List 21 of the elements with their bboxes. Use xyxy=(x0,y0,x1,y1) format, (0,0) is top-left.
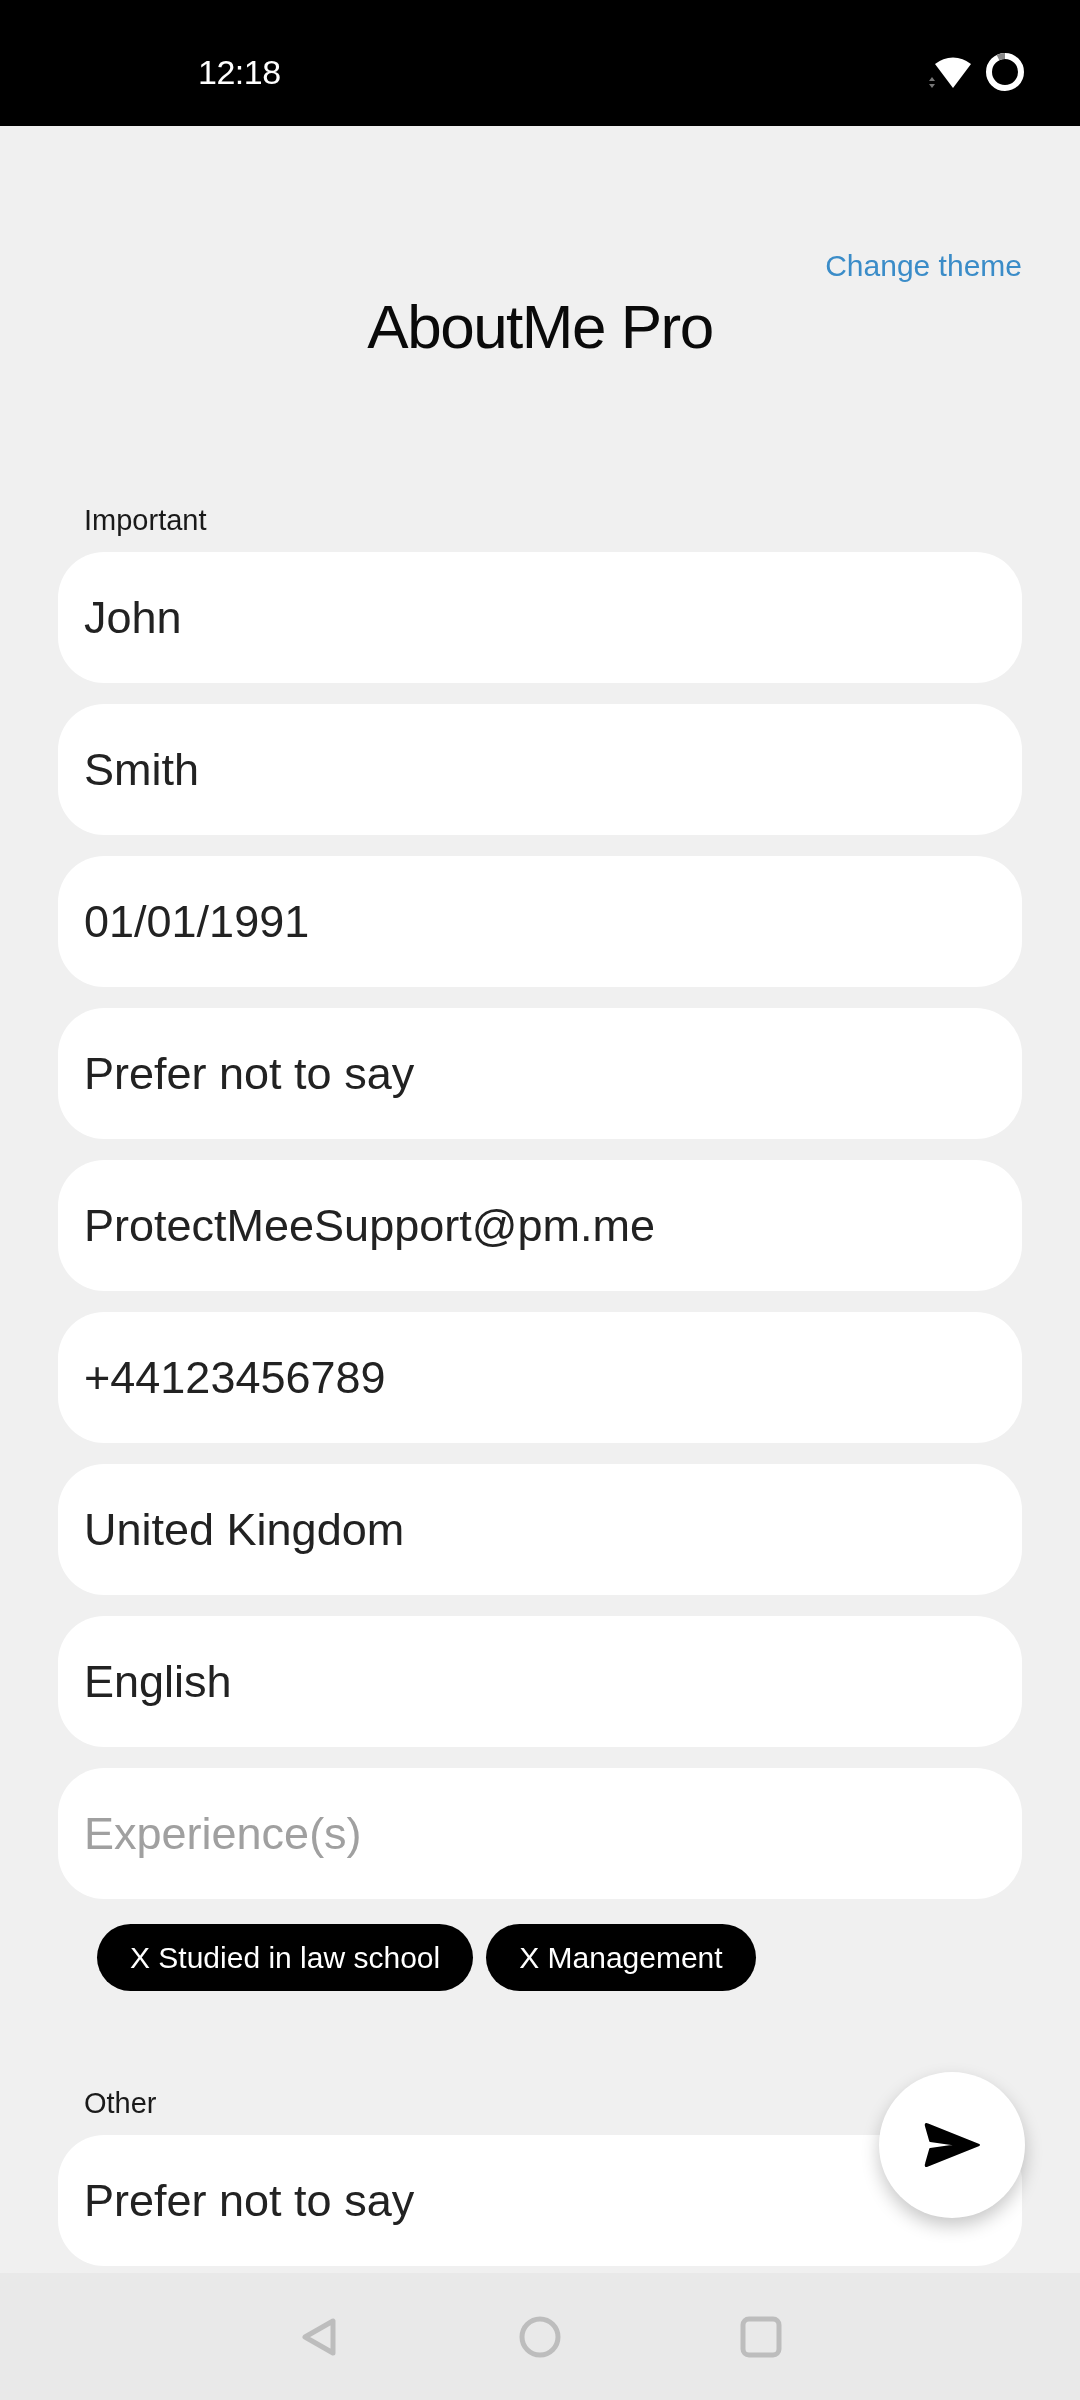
tag-chip[interactable]: X Studied in law school xyxy=(97,1924,474,1991)
text-field[interactable]: John xyxy=(58,552,1022,683)
text-field[interactable]: Experience(s) xyxy=(58,1768,1022,1899)
status-time: 12:18 xyxy=(198,52,281,92)
text-field[interactable]: ProtectMeeSupport@pm.me xyxy=(58,1160,1022,1291)
ring-icon xyxy=(985,52,1025,92)
home-icon[interactable] xyxy=(518,2314,562,2359)
text-field[interactable]: United Kingdom xyxy=(58,1464,1022,1595)
recents-icon[interactable] xyxy=(739,2314,783,2359)
text-field[interactable]: Smith xyxy=(58,704,1022,835)
text-field[interactable]: Prefer not to say xyxy=(58,1008,1022,1139)
tag-chip[interactable]: X Management xyxy=(486,1924,756,1991)
app-title: AboutMe Pro xyxy=(367,291,713,363)
text-field[interactable]: English xyxy=(58,1616,1022,1747)
section-label: Other xyxy=(84,2086,157,2121)
wifi-icon xyxy=(927,54,971,90)
text-field[interactable]: Prefer not to say xyxy=(58,2135,1022,2266)
text-field[interactable]: 01/01/1991 xyxy=(58,856,1022,987)
section-label: Important xyxy=(84,503,207,538)
send-icon xyxy=(923,2121,981,2169)
text-field[interactable]: +44123456789 xyxy=(58,1312,1022,1443)
